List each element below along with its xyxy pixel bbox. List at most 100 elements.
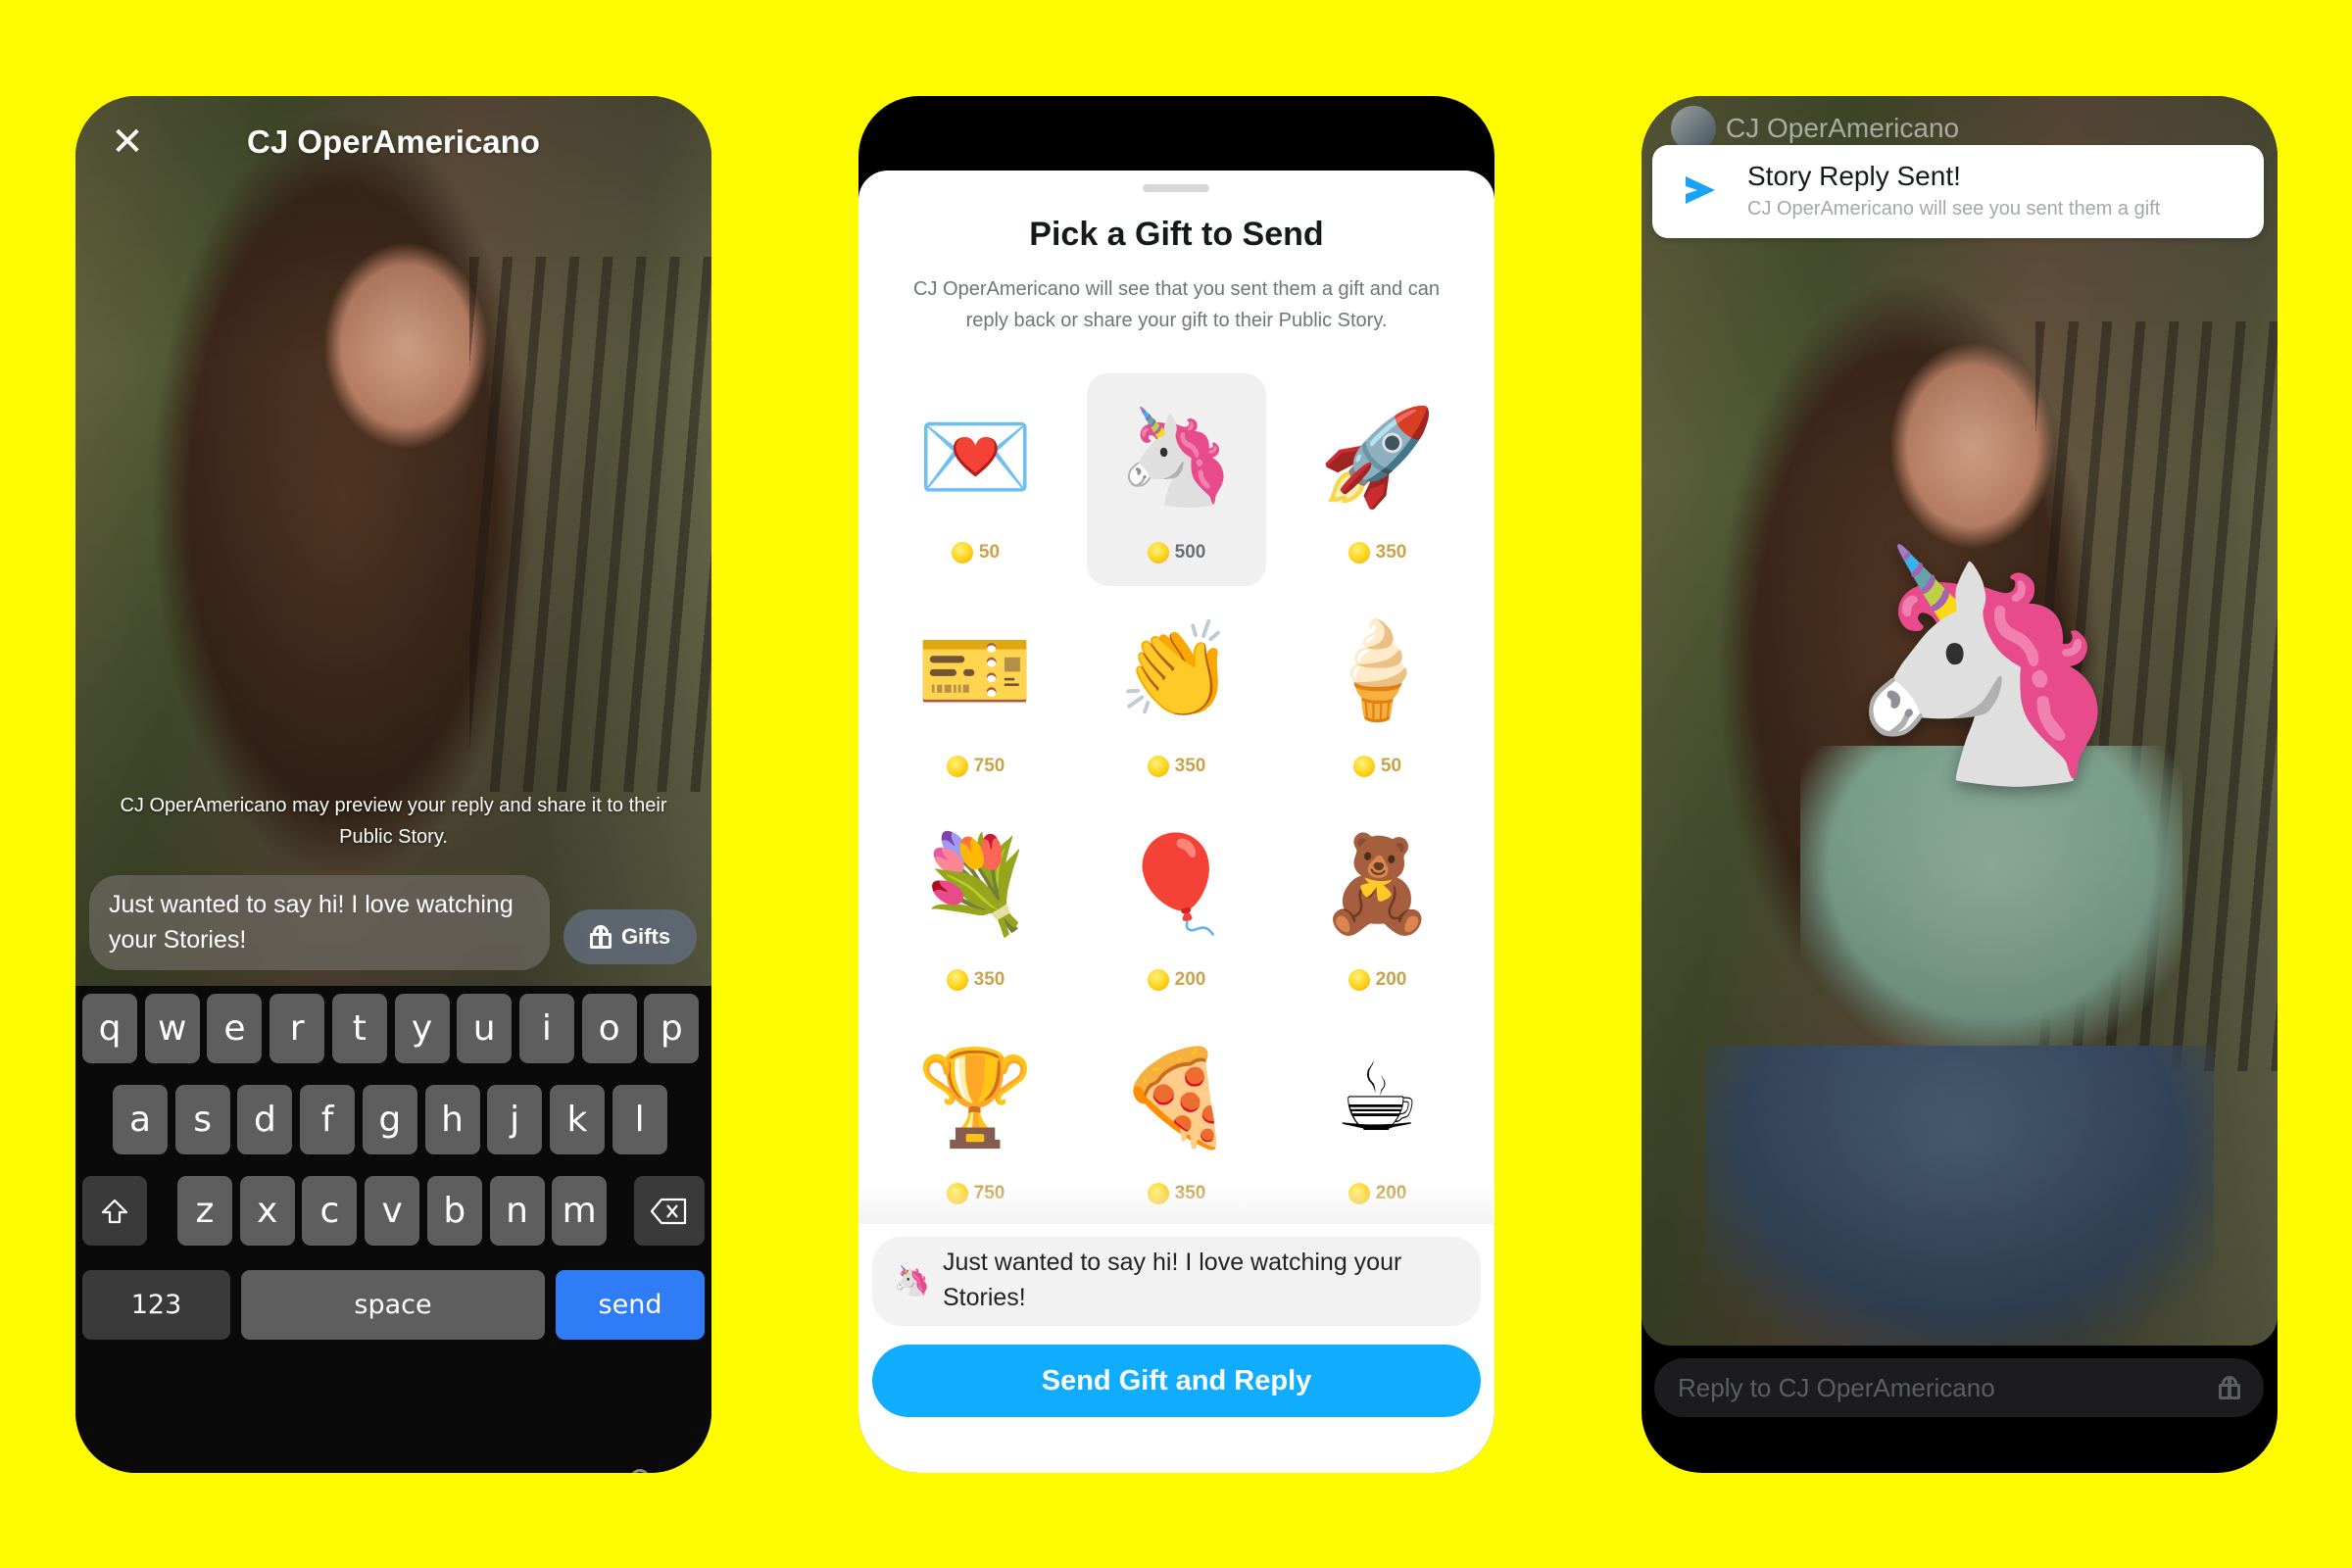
shift-key[interactable] <box>82 1176 147 1246</box>
send-gift-and-reply-button[interactable]: Send Gift and Reply <box>872 1345 1481 1417</box>
gift-price: 350 <box>1288 542 1467 564</box>
gift-option-dropped-ice-cream[interactable]: 🍦 50 <box>1288 587 1467 800</box>
gift-option-unicorn[interactable]: 🦄 500 <box>1087 373 1266 586</box>
send-arrow-icon <box>1686 176 1715 204</box>
microphone-icon[interactable] <box>630 1469 650 1473</box>
story-photo <box>75 96 711 988</box>
key-i[interactable]: i <box>518 994 574 1063</box>
reply-message-text: Just wanted to say hi! I love watching y… <box>943 1249 1402 1311</box>
reply-input[interactable]: Reply to CJ OperAmericano <box>1654 1358 2264 1417</box>
key-a[interactable]: a <box>113 1085 168 1154</box>
phone-reply-keyboard: ✕ CJ OperAmericano CJ OperAmericano may … <box>75 96 711 1473</box>
gift-price: 750 <box>886 756 1065 777</box>
coin-icon <box>951 542 973 564</box>
key-w[interactable]: w <box>144 994 200 1063</box>
gift-price-value: 350 <box>1375 542 1407 563</box>
gift-price-value: 500 <box>1174 542 1206 563</box>
gift-icon[interactable] <box>2219 1376 2240 1399</box>
key-q[interactable]: q <box>82 994 137 1063</box>
notification-title: Story Reply Sent! <box>1747 161 1961 191</box>
key-u[interactable]: u <box>457 994 513 1063</box>
vip-badge-icon: 🎫 <box>916 618 1035 723</box>
notification-subtitle: CJ OperAmericano will see you sent them … <box>1747 198 2161 220</box>
gift-option-flower-bouquet[interactable]: 💐 350 <box>886 801 1065 1013</box>
key-v[interactable]: v <box>365 1176 420 1246</box>
reply-sent-notification[interactable]: Story Reply Sent! CJ OperAmericano will … <box>1652 145 2264 238</box>
gift-price: 500 <box>1087 542 1266 564</box>
love-letter-icon: 💌 <box>916 405 1035 510</box>
key-n[interactable]: n <box>489 1176 545 1246</box>
gift-grid: 💌50🦄500🚀350🎫750👏350🍦50💐350🎈200🧸200🏆750🍕3… <box>872 373 1481 1226</box>
space-key[interactable]: space <box>241 1270 545 1340</box>
gift-price-value: 50 <box>978 542 1001 563</box>
coin-icon <box>1147 756 1169 777</box>
story-owner-name: CJ OperAmericano <box>247 123 540 160</box>
coin-icon <box>946 756 968 777</box>
key-o[interactable]: o <box>581 994 637 1063</box>
gift-price-value: 50 <box>1380 756 1402 776</box>
gift-option-vip-badge[interactable]: 🎫 750 <box>886 587 1065 800</box>
gift-icon <box>589 925 612 949</box>
gift-option-clapping-trophy[interactable]: 👏 350 <box>1087 587 1266 800</box>
key-x[interactable]: x <box>239 1176 295 1246</box>
key-r[interactable]: r <box>270 994 325 1063</box>
rocket-icon: 🚀 <box>1318 405 1437 510</box>
gift-option-love-letter[interactable]: 💌 50 <box>886 373 1065 586</box>
gift-price: 350 <box>1087 756 1266 777</box>
coin-icon <box>946 969 968 991</box>
key-c[interactable]: c <box>302 1176 358 1246</box>
story-owner-name: CJ OperAmericano <box>1726 113 1960 143</box>
unicorn-gift-sticker: 🦄 <box>1843 538 2126 790</box>
key-t[interactable]: t <box>331 994 387 1063</box>
key-e[interactable]: e <box>207 994 263 1063</box>
gifts-button-label: Gifts <box>620 924 671 949</box>
preview-notice: CJ OperAmericano may preview your reply … <box>120 795 667 848</box>
shift-icon <box>101 1199 128 1223</box>
key-k[interactable]: k <box>549 1085 605 1154</box>
gift-price-value: 200 <box>1375 969 1407 990</box>
teddy-bear-icon: 🧸 <box>1318 832 1437 937</box>
dropped-ice-cream-icon: 🍦 <box>1318 618 1437 723</box>
key-h[interactable]: h <box>424 1085 480 1154</box>
sheet-subtitle: CJ OperAmericano will see that you sent … <box>913 278 1440 331</box>
selected-gift-icon: 🦄 <box>894 1265 931 1298</box>
numbers-key[interactable]: 123 <box>82 1270 230 1340</box>
key-j[interactable]: j <box>487 1085 543 1154</box>
coin-icon <box>1147 542 1169 564</box>
key-b[interactable]: b <box>426 1176 482 1246</box>
reply-input[interactable]: Just wanted to say hi! I love watching y… <box>89 875 550 970</box>
key-y[interactable]: y <box>394 994 450 1063</box>
gift-price: 200 <box>1288 969 1467 991</box>
backspace-icon <box>650 1198 687 1224</box>
flower-bouquet-icon: 💐 <box>916 832 1035 937</box>
gift-option-sad-balloon[interactable]: 🎈 200 <box>1087 801 1266 1013</box>
sheet-title: Pick a Gift to Send <box>1029 216 1324 253</box>
key-f[interactable]: f <box>300 1085 356 1154</box>
coin-icon <box>1147 969 1169 991</box>
key-m[interactable]: m <box>552 1176 608 1246</box>
gift-price: 50 <box>1288 756 1467 777</box>
coin-icon <box>1352 756 1375 777</box>
gift-price-value: 350 <box>973 969 1005 990</box>
coffee-icon: ☕ <box>1335 1046 1420 1151</box>
gift-option-rocket[interactable]: 🚀 350 <box>1288 373 1467 586</box>
pizza-icon: 🍕 <box>1117 1046 1236 1151</box>
gifts-button[interactable]: Gifts <box>564 909 697 964</box>
backspace-key[interactable] <box>634 1176 705 1246</box>
reply-message[interactable]: 🦄 Just wanted to say hi! I love watching… <box>872 1237 1481 1326</box>
key-l[interactable]: l <box>612 1085 667 1154</box>
reply-placeholder: Reply to CJ OperAmericano <box>1678 1372 1995 1402</box>
send-key[interactable]: send <box>556 1270 705 1340</box>
coin-icon <box>1348 542 1370 564</box>
sheet-grabber[interactable] <box>1143 184 1209 192</box>
key-d[interactable]: d <box>237 1085 293 1154</box>
gift-price-value: 350 <box>1174 756 1206 776</box>
gift-sheet: Pick a Gift to Send CJ OperAmericano wil… <box>858 171 1494 1473</box>
gift-price: 350 <box>886 969 1065 991</box>
gift-option-teddy-bear[interactable]: 🧸 200 <box>1288 801 1467 1013</box>
key-s[interactable]: s <box>174 1085 230 1154</box>
key-g[interactable]: g <box>362 1085 417 1154</box>
key-p[interactable]: p <box>644 994 700 1063</box>
key-z[interactable]: z <box>177 1176 232 1246</box>
sad-balloon-icon: 🎈 <box>1117 832 1236 937</box>
